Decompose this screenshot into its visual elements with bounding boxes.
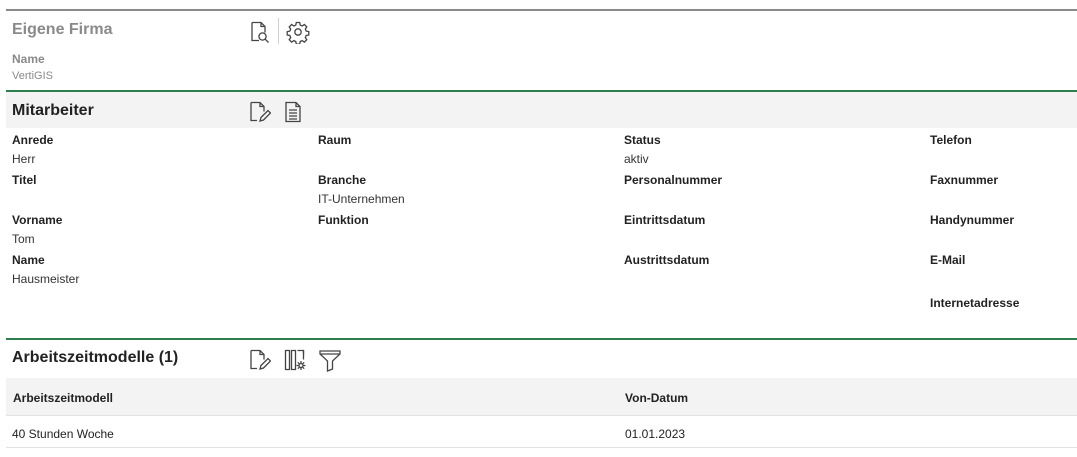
gear-icon[interactable] — [286, 20, 310, 44]
document-search-icon[interactable] — [247, 20, 271, 44]
table-row[interactable]: 40 Stunden Woche 01.01.2023 — [6, 416, 1077, 447]
column-header-arbeitszeitmodell[interactable]: Arbeitszeitmodell — [13, 391, 113, 405]
field-label-vorname: Vorname — [12, 213, 63, 227]
field-value-branche: IT-Unternehmen — [318, 192, 405, 206]
company-section-title: Eigene Firma — [12, 21, 113, 38]
field-label-handynummer: Handynummer — [930, 213, 1015, 227]
columns-settings-icon[interactable] — [283, 348, 307, 372]
field-value-status: aktiv — [624, 152, 649, 166]
toolbar-separator — [278, 18, 279, 44]
field-value-vorname: Tom — [12, 232, 35, 246]
field-value-anrede: Herr — [12, 152, 36, 166]
employee-section-title: Mitarbeiter — [12, 102, 94, 119]
company-name-value: VertiGIS — [12, 70, 53, 82]
employee-header-band — [6, 92, 1077, 128]
table-divider — [6, 447, 1077, 448]
field-label-faxnummer: Faxnummer — [930, 173, 999, 187]
table-cell: 40 Stunden Woche — [12, 427, 114, 441]
field-label-raum: Raum — [318, 133, 352, 147]
table-cell: 01.01.2023 — [625, 427, 686, 441]
field-label-funktion: Funktion — [318, 213, 369, 227]
field-label-internetadresse: Internetadresse — [930, 296, 1020, 310]
top-divider — [6, 9, 1077, 11]
field-label-telefon: Telefon — [930, 133, 972, 147]
work-models-section-title: Arbeitszeitmodelle (1) — [12, 349, 179, 366]
field-label-personalnummer: Personalnummer — [624, 173, 723, 187]
field-label-austrittsdatum: Austrittsdatum — [624, 253, 710, 267]
field-label-titel: Titel — [12, 173, 37, 187]
field-label-anrede: Anrede — [12, 133, 54, 147]
document-edit-icon[interactable] — [247, 100, 271, 124]
field-label-eintrittsdatum: Eintrittsdatum — [624, 213, 706, 227]
column-header-von-datum[interactable]: Von-Datum — [625, 391, 688, 405]
filter-icon[interactable] — [318, 348, 342, 372]
field-label-branche: Branche — [318, 173, 367, 187]
field-label-name: Name — [12, 253, 45, 267]
field-label-status: Status — [624, 133, 661, 147]
company-name-label: Name — [12, 52, 45, 66]
table-header — [6, 378, 1077, 415]
section-divider — [6, 338, 1077, 340]
field-label-email: E-Mail — [930, 253, 966, 267]
field-value-name: Hausmeister — [12, 272, 80, 286]
document-lines-icon[interactable] — [281, 100, 305, 124]
document-edit-icon[interactable] — [247, 348, 271, 372]
